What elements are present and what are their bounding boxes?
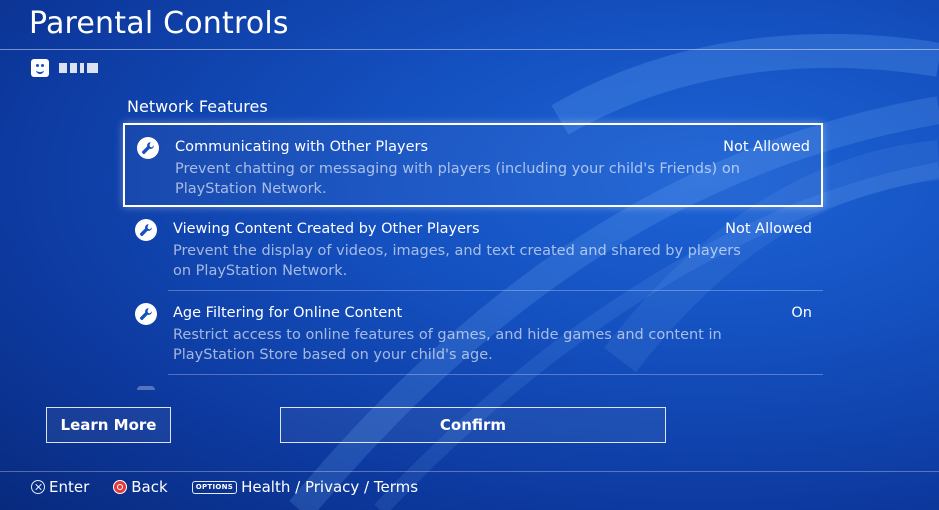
setting-age-filtering-for-online-content[interactable]: Age Filtering for Online Content On Rest…	[123, 291, 823, 375]
section-heading: Network Features	[127, 97, 268, 116]
enter-hint: Enter	[31, 478, 89, 496]
wrench-icon	[135, 303, 157, 325]
setting-title: Age Filtering for Online Content	[173, 305, 403, 321]
setting-title: Viewing Content Created by Other Players	[173, 221, 480, 237]
cross-button-icon	[31, 480, 45, 494]
back-label: Back	[131, 478, 168, 496]
options-button-icon: OPTIONS	[191, 480, 238, 494]
enter-label: Enter	[49, 478, 90, 496]
page-title: Parental Controls	[29, 6, 289, 41]
setting-description: Prevent the display of videos, images, a…	[173, 243, 741, 279]
setting-description: Prevent chatting or messaging with playe…	[175, 161, 740, 197]
confirm-button[interactable]: Confirm	[280, 407, 666, 443]
wrench-icon	[135, 219, 157, 241]
setting-value: Not Allowed	[723, 139, 810, 155]
health-privacy-terms-label: Health / Privacy / Terms	[241, 478, 419, 496]
user-area	[31, 59, 98, 77]
footer-hints: Enter Back OPTIONS Health / Privacy / Te…	[31, 477, 442, 497]
setting-value: Not Allowed	[725, 221, 812, 237]
back-hint: Back	[113, 478, 168, 496]
next-item-peek	[137, 386, 155, 390]
settings-list: Communicating with Other Players Not All…	[123, 123, 823, 375]
learn-more-button[interactable]: Learn More	[46, 407, 171, 443]
setting-description: Restrict access to online features of ga…	[173, 327, 722, 363]
setting-communicating-with-other-players[interactable]: Communicating with Other Players Not All…	[123, 123, 823, 207]
smiley-face-icon	[31, 59, 49, 77]
setting-viewing-content-created-by-other-players[interactable]: Viewing Content Created by Other Players…	[123, 207, 823, 291]
wrench-icon	[137, 137, 159, 159]
setting-title: Communicating with Other Players	[175, 139, 429, 155]
user-name-redacted	[59, 63, 98, 73]
circle-button-icon	[113, 480, 128, 494]
header-divider	[0, 49, 939, 50]
options-hint[interactable]: OPTIONS Health / Privacy / Terms	[191, 478, 419, 496]
footer-divider	[0, 471, 939, 472]
list-divider	[168, 374, 823, 375]
setting-value: On	[791, 305, 812, 321]
